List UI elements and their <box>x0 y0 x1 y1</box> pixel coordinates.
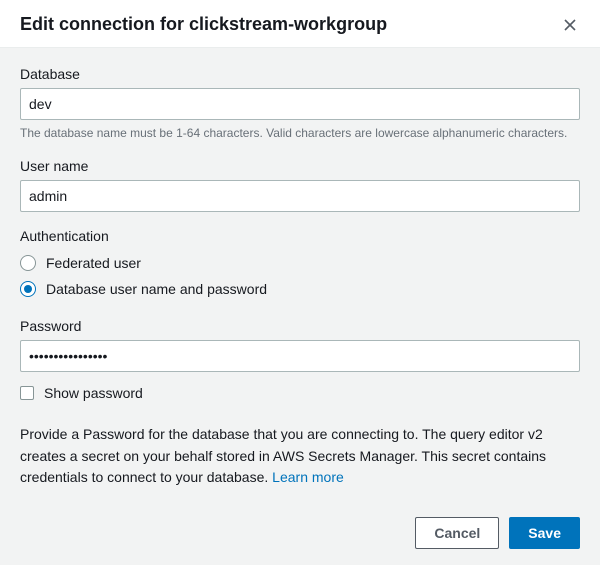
radio-label-dbuser: Database user name and password <box>46 281 267 297</box>
learn-more-link[interactable]: Learn more <box>272 469 344 485</box>
authentication-radio-group: Federated user Database user name and pa… <box>20 250 580 302</box>
password-label: Password <box>20 318 580 334</box>
show-password-row[interactable]: Show password <box>20 380 580 406</box>
edit-connection-modal: Edit connection for clickstream-workgrou… <box>0 0 600 565</box>
modal-header: Edit connection for clickstream-workgrou… <box>0 0 600 48</box>
authentication-label: Authentication <box>20 228 580 244</box>
password-input[interactable] <box>20 340 580 372</box>
close-icon <box>564 19 576 31</box>
radio-icon <box>20 255 36 271</box>
radio-federated-user[interactable]: Federated user <box>20 250 580 276</box>
username-group: User name <box>20 158 580 212</box>
username-label: User name <box>20 158 580 174</box>
modal-footer: Cancel Save <box>0 505 600 565</box>
close-button[interactable] <box>560 15 580 35</box>
cancel-button[interactable]: Cancel <box>415 517 499 549</box>
password-group: Password Show password <box>20 318 580 406</box>
database-input[interactable] <box>20 88 580 120</box>
database-group: Database The database name must be 1-64 … <box>20 66 580 142</box>
checkbox-icon <box>20 386 34 400</box>
authentication-group: Authentication Federated user Database u… <box>20 228 580 302</box>
database-helper: The database name must be 1-64 character… <box>20 124 580 142</box>
save-button[interactable]: Save <box>509 517 580 549</box>
database-label: Database <box>20 66 580 82</box>
show-password-label: Show password <box>44 385 143 401</box>
radio-db-username-password[interactable]: Database user name and password <box>20 276 580 302</box>
radio-label-federated: Federated user <box>46 255 141 271</box>
radio-icon <box>20 281 36 297</box>
username-input[interactable] <box>20 180 580 212</box>
modal-title: Edit connection for clickstream-workgrou… <box>20 14 387 35</box>
modal-body: Database The database name must be 1-64 … <box>0 48 600 505</box>
password-info-text: Provide a Password for the database that… <box>20 424 580 489</box>
